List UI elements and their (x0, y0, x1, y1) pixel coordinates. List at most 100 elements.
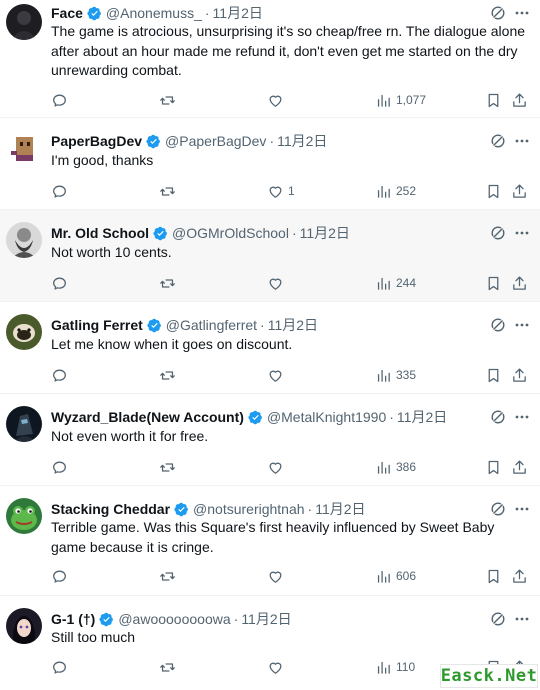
views-button[interactable]: 606 (375, 566, 416, 586)
reply-tweet[interactable]: Face @Anonemuss_ · 11月2日 The game is atr… (0, 0, 540, 118)
user-display-name[interactable]: PaperBagDev (51, 131, 142, 151)
retweet-button[interactable] (159, 566, 180, 586)
tweet-actions: 244 (51, 273, 530, 293)
user-handle[interactable]: @awoooooooowa (118, 609, 230, 629)
user-avatar[interactable] (6, 406, 42, 442)
retweet-button[interactable] (159, 657, 180, 677)
tweet-text: Terrible game. Was this Square's first h… (51, 519, 495, 555)
user-display-name[interactable]: Wyzard_Blade(New Account) (51, 407, 244, 427)
share-icon (513, 568, 526, 583)
retweet-button[interactable] (159, 90, 180, 110)
more-options-icon[interactable] (514, 133, 530, 149)
grok-icon[interactable] (490, 317, 506, 333)
grok-icon[interactable] (490, 133, 506, 149)
like-button[interactable] (267, 457, 288, 477)
share-button[interactable] (511, 365, 528, 385)
views-button[interactable]: 252 (375, 181, 416, 201)
bookmark-button[interactable] (485, 457, 502, 477)
more-options-icon[interactable] (514, 501, 530, 517)
like-icon (269, 662, 282, 674)
reply-tweet[interactable]: PaperBagDev @PaperBagDev · 11月2日 I'm goo… (0, 118, 540, 210)
more-options-icon[interactable] (514, 317, 530, 333)
bookmark-button[interactable] (485, 273, 502, 293)
grok-icon[interactable] (490, 5, 506, 21)
user-avatar[interactable] (6, 498, 42, 534)
tweet-date[interactable]: 11月2日 (241, 609, 291, 629)
retweet-button[interactable] (159, 181, 180, 201)
reply-button[interactable] (51, 457, 72, 477)
views-button[interactable]: 386 (375, 457, 416, 477)
reply-button[interactable] (51, 181, 72, 201)
tweet-date[interactable]: 11月2日 (315, 499, 365, 519)
views-button[interactable]: 110 (375, 657, 415, 677)
user-avatar[interactable] (6, 222, 42, 258)
bookmark-button[interactable] (485, 365, 502, 385)
like-button[interactable] (267, 566, 288, 586)
reply-tweet[interactable]: Wyzard_Blade(New Account) @MetalKnight19… (0, 394, 540, 486)
bookmark-button[interactable] (485, 90, 502, 110)
bookmark-button[interactable] (485, 566, 502, 586)
like-button[interactable]: 1 (267, 181, 295, 201)
reply-button[interactable] (51, 566, 72, 586)
reply-button[interactable] (51, 90, 72, 110)
reply-tweet[interactable]: Stacking Cheddar @notsurerightnah · 11月2… (0, 486, 540, 596)
retweet-button[interactable] (159, 457, 180, 477)
tweet-actions: 606 (51, 566, 530, 586)
share-button[interactable] (511, 90, 528, 110)
tweet-date[interactable]: 11月2日 (268, 315, 318, 335)
grok-icon[interactable] (490, 409, 506, 425)
user-display-name[interactable]: G-1 (†) (51, 609, 95, 629)
share-button[interactable] (511, 457, 528, 477)
user-display-name[interactable]: Gatling Ferret (51, 315, 143, 335)
like-button[interactable] (267, 273, 288, 293)
retweet-button[interactable] (159, 365, 180, 385)
tweet-date[interactable]: 11月2日 (397, 407, 447, 427)
user-handle[interactable]: @Anonemuss_ (106, 3, 202, 23)
user-handle[interactable]: @Gatlingferret (166, 315, 257, 335)
reply-icon (53, 369, 66, 382)
views-button[interactable]: 244 (375, 273, 416, 293)
user-handle[interactable]: @OGMrOldSchool (172, 223, 289, 243)
more-options-icon[interactable] (514, 611, 530, 627)
user-handle[interactable]: @MetalKnight1990 (267, 407, 386, 427)
share-button[interactable] (511, 273, 528, 293)
grok-icon[interactable] (490, 611, 506, 627)
retweet-button[interactable] (159, 273, 180, 293)
grok-icon[interactable] (490, 225, 506, 241)
bookmark-button[interactable] (485, 181, 502, 201)
reply-icon (53, 461, 66, 474)
views-count: 252 (396, 184, 417, 198)
reply-icon (53, 570, 66, 583)
verified-badge-icon (248, 410, 262, 424)
tweet-date[interactable]: 11月2日 (277, 131, 327, 151)
tweet-text: I'm good, thanks (51, 152, 154, 168)
more-options-icon[interactable] (514, 409, 530, 425)
user-display-name[interactable]: Mr. Old School (51, 223, 149, 243)
reply-button[interactable] (51, 273, 72, 293)
like-button[interactable] (267, 90, 288, 110)
share-button[interactable] (511, 181, 528, 201)
views-button[interactable]: 335 (375, 365, 416, 385)
like-button[interactable] (267, 657, 288, 677)
like-icon (269, 186, 282, 198)
like-button[interactable] (267, 365, 288, 385)
reply-tweet[interactable]: Mr. Old School @OGMrOldSchool · 11月2日 No… (0, 210, 540, 302)
more-options-icon[interactable] (514, 5, 530, 21)
reply-tweet[interactable]: Gatling Ferret @Gatlingferret · 11月2日 Le… (0, 302, 540, 394)
tweet-date[interactable]: 11月2日 (213, 3, 263, 23)
user-avatar[interactable] (6, 130, 42, 166)
user-handle[interactable]: @notsurerightnah (193, 499, 305, 519)
reply-button[interactable] (51, 657, 72, 677)
grok-icon[interactable] (490, 501, 506, 517)
more-options-icon[interactable] (514, 225, 530, 241)
reply-button[interactable] (51, 365, 72, 385)
share-button[interactable] (511, 566, 528, 586)
tweet-date[interactable]: 11月2日 (300, 223, 350, 243)
user-handle[interactable]: @PaperBagDev (165, 131, 266, 151)
user-avatar[interactable] (6, 608, 42, 644)
user-avatar[interactable] (6, 314, 42, 350)
user-display-name[interactable]: Face (51, 3, 83, 23)
user-display-name[interactable]: Stacking Cheddar (51, 499, 170, 519)
views-button[interactable]: 1,077 (375, 90, 426, 110)
user-avatar[interactable] (6, 4, 42, 40)
